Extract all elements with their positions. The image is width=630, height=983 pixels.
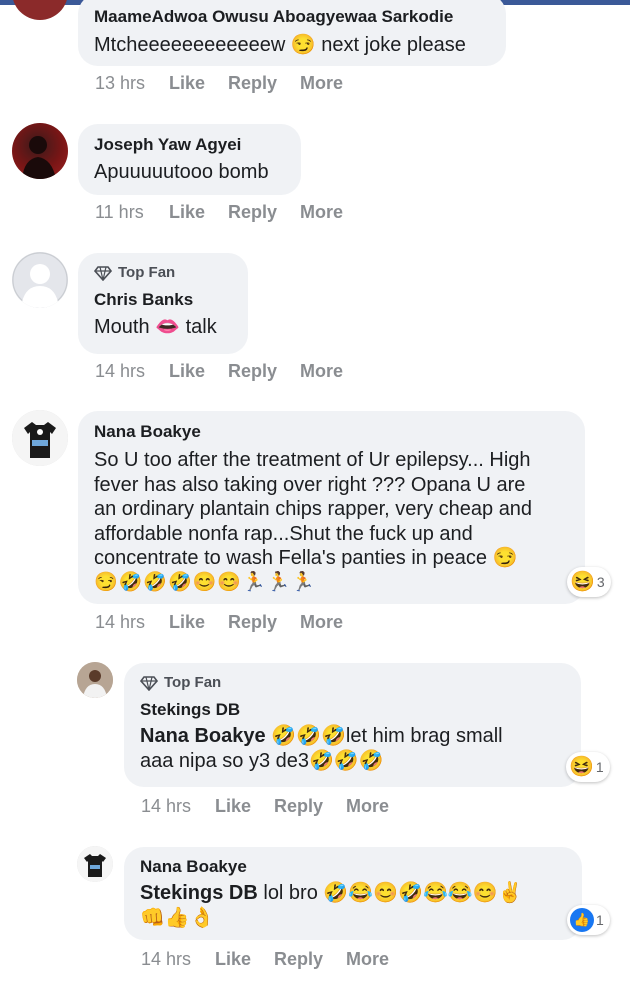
timestamp[interactable]: 14 hrs — [95, 361, 169, 382]
diamond-icon — [140, 675, 158, 691]
more-button[interactable]: More — [300, 612, 343, 633]
reply-text-line: Stekings DB lol bro 🤣😂😊🤣😂😂😊✌️ — [140, 881, 566, 906]
reply-actions: 14 hrs Like Reply More — [141, 949, 389, 970]
timestamp[interactable]: 11 hrs — [95, 202, 169, 223]
avatar[interactable] — [12, 410, 68, 466]
comment-text-line: So U too after the treatment of Ur epile… — [94, 449, 531, 471]
person-photo-icon — [77, 662, 113, 698]
reply-button[interactable]: Reply — [228, 361, 300, 382]
like-reaction-icon: 👍 — [570, 908, 594, 932]
avatar[interactable] — [77, 846, 113, 882]
comment-text: Apuuuuutooo bomb — [94, 161, 269, 183]
timestamp[interactable]: 14 hrs — [95, 612, 169, 633]
comment-text-line: fever has also taking over right ??? Opa… — [94, 473, 526, 496]
mention-tag[interactable]: Stekings DB — [140, 882, 258, 904]
more-button[interactable]: More — [346, 949, 389, 970]
tshirt-logo-icon — [77, 846, 113, 882]
reply-text: 🤣🤣🤣let him brag small — [271, 725, 503, 747]
reply-text: lol bro 🤣😂😊🤣😂😂😊✌️ — [257, 882, 523, 904]
comment-bubble: Top Fan Chris Banks Mouth 👄 talk — [78, 253, 248, 354]
reply-text-line: aaa nipa so y3 de3🤣🤣🤣 — [140, 749, 384, 772]
reply-bubble: Top Fan Stekings DB Nana Boakye 🤣🤣🤣let h… — [124, 663, 581, 787]
emoji-line: 😏🤣🤣🤣😊😊🏃🏃🏃 — [94, 571, 316, 593]
top-fan-label: Top Fan — [118, 264, 176, 281]
reply-button[interactable]: Reply — [274, 949, 346, 970]
reaction-summary[interactable]: 😆 3 — [567, 567, 611, 597]
avatar[interactable] — [12, 252, 68, 308]
mention-tag[interactable]: Nana Boakye — [140, 725, 266, 747]
more-button[interactable]: More — [300, 73, 343, 94]
comment-actions: 13 hrs Like Reply More — [95, 73, 343, 94]
timestamp[interactable]: 13 hrs — [95, 73, 169, 94]
comment-text: Mouth 👄 talk — [94, 316, 217, 338]
reply-button[interactable]: Reply — [228, 202, 300, 223]
reaction-summary[interactable]: 👍 1 — [567, 905, 610, 935]
commenter-name[interactable]: Nana Boakye — [94, 421, 569, 443]
like-button[interactable]: Like — [169, 202, 228, 223]
reply-actions: 14 hrs Like Reply More — [141, 796, 389, 817]
comment-actions: 14 hrs Like Reply More — [95, 361, 343, 382]
comment-actions: 14 hrs Like Reply More — [95, 612, 343, 633]
commenter-name[interactable]: Stekings DB — [140, 699, 565, 721]
reply-text-line: 👊👍👌 — [140, 906, 215, 929]
comment-text-line: an ordinary plantain chips rapper, very … — [94, 498, 533, 520]
comment-actions: 11 hrs Like Reply More — [95, 202, 343, 223]
comment-text-line: concentrate to wash Fella's panties in p… — [94, 547, 518, 569]
comment-bubble: Joseph Yaw Agyei Apuuuuutooo bomb — [78, 124, 301, 195]
default-avatar-icon — [12, 252, 68, 308]
comment-bubble: Nana Boakye So U too after the treatment… — [78, 411, 585, 604]
commenter-name[interactable]: MaameAdwoa Owusu Aboagyewaa Sarkodie — [94, 6, 490, 28]
commenter-name[interactable]: Joseph Yaw Agyei — [94, 134, 285, 156]
top-fan-badge: Top Fan — [94, 263, 232, 283]
timestamp[interactable]: 14 hrs — [141, 796, 215, 817]
timestamp[interactable]: 14 hrs — [141, 949, 215, 970]
comment-bubble: MaameAdwoa Owusu Aboagyewaa Sarkodie Mtc… — [78, 0, 506, 66]
reaction-count: 1 — [595, 759, 604, 775]
reaction-count: 1 — [596, 912, 604, 928]
like-button[interactable]: Like — [215, 949, 274, 970]
comment-text: Mtcheeeeeeeeeeeew 😏 next joke please — [94, 34, 466, 56]
comment-text-line: affordable nonfa rap...Shut the fuck up … — [94, 522, 473, 545]
like-button[interactable]: Like — [169, 73, 228, 94]
reaction-summary[interactable]: 😆 1 — [566, 752, 610, 782]
like-button[interactable]: Like — [169, 361, 228, 382]
avatar[interactable] — [12, 0, 68, 20]
like-button[interactable]: Like — [215, 796, 274, 817]
tshirt-logo-icon — [12, 410, 68, 466]
reaction-count: 3 — [596, 574, 605, 590]
haha-reaction-icon: 😆 — [569, 756, 594, 778]
reply-button[interactable]: Reply — [228, 73, 300, 94]
commenter-name[interactable]: Chris Banks — [94, 289, 232, 311]
haha-reaction-icon: 😆 — [570, 571, 595, 593]
top-fan-badge: Top Fan — [140, 673, 565, 693]
diamond-icon — [94, 265, 112, 281]
more-button[interactable]: More — [346, 796, 389, 817]
reply-button[interactable]: Reply — [274, 796, 346, 817]
avatar[interactable] — [12, 123, 68, 179]
person-silhouette-icon — [22, 136, 56, 179]
more-button[interactable]: More — [300, 361, 343, 382]
reply-bubble: Nana Boakye Stekings DB lol bro 🤣😂😊🤣😂😂😊✌… — [124, 847, 582, 940]
reply-text-line: Nana Boakye 🤣🤣🤣let him brag small — [140, 724, 565, 749]
more-button[interactable]: More — [300, 202, 343, 223]
reply-button[interactable]: Reply — [228, 612, 300, 633]
top-fan-label: Top Fan — [164, 674, 222, 691]
avatar[interactable] — [77, 662, 113, 698]
commenter-name[interactable]: Nana Boakye — [140, 856, 566, 878]
like-button[interactable]: Like — [169, 612, 228, 633]
